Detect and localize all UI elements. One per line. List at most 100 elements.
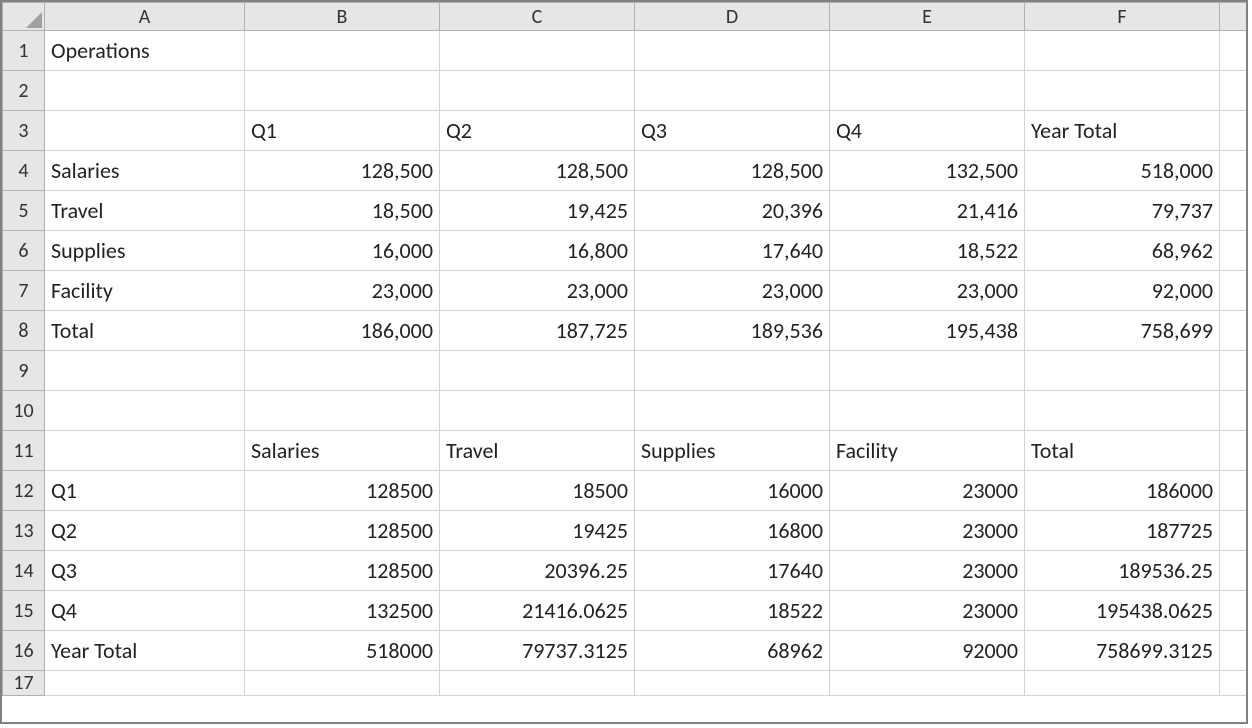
cell-C7[interactable]: 23,000 xyxy=(440,271,635,311)
cell-A12[interactable]: Q1 xyxy=(45,471,245,511)
cell-C4[interactable]: 128,500 xyxy=(440,151,635,191)
row-header-8[interactable]: 8 xyxy=(3,311,45,351)
row-header-16[interactable]: 16 xyxy=(3,631,45,671)
cell-C9[interactable] xyxy=(440,351,635,391)
cell-D15[interactable]: 18522 xyxy=(635,591,830,631)
cell-B7[interactable]: 23,000 xyxy=(245,271,440,311)
cell-F8[interactable]: 758,699 xyxy=(1025,311,1220,351)
column-header-B[interactable]: B xyxy=(245,3,440,31)
spreadsheet-grid[interactable]: ABCDEF 1Operations23Q1Q2Q3Q4Year Total4S… xyxy=(2,2,1248,696)
cell-C6[interactable]: 16,800 xyxy=(440,231,635,271)
cell-tail-4[interactable] xyxy=(1220,151,1249,191)
cell-E4[interactable]: 132,500 xyxy=(830,151,1025,191)
cell-D3[interactable]: Q3 xyxy=(635,111,830,151)
cell-E11[interactable]: Facility xyxy=(830,431,1025,471)
cell-D10[interactable] xyxy=(635,391,830,431)
cell-E2[interactable] xyxy=(830,71,1025,111)
cell-tail-8[interactable] xyxy=(1220,311,1249,351)
cell-F3[interactable]: Year Total xyxy=(1025,111,1220,151)
cell-A1[interactable]: Operations xyxy=(45,31,245,71)
column-header-E[interactable]: E xyxy=(830,3,1025,31)
cell-tail-12[interactable] xyxy=(1220,471,1249,511)
cell-tail-15[interactable] xyxy=(1220,591,1249,631)
cell-D12[interactable]: 16000 xyxy=(635,471,830,511)
cell-D2[interactable] xyxy=(635,71,830,111)
cell-C5[interactable]: 19,425 xyxy=(440,191,635,231)
cell-B12[interactable]: 128500 xyxy=(245,471,440,511)
row-header-6[interactable]: 6 xyxy=(3,231,45,271)
cell-D5[interactable]: 20,396 xyxy=(635,191,830,231)
cell-E12[interactable]: 23000 xyxy=(830,471,1025,511)
cell-B13[interactable]: 128500 xyxy=(245,511,440,551)
cell-B3[interactable]: Q1 xyxy=(245,111,440,151)
cell-A5[interactable]: Travel xyxy=(45,191,245,231)
cell-B8[interactable]: 186,000 xyxy=(245,311,440,351)
cell-E7[interactable]: 23,000 xyxy=(830,271,1025,311)
cell-E15[interactable]: 23000 xyxy=(830,591,1025,631)
cell-E13[interactable]: 23000 xyxy=(830,511,1025,551)
cell-B1[interactable] xyxy=(245,31,440,71)
cell-C16[interactable]: 79737.3125 xyxy=(440,631,635,671)
cell-tail-11[interactable] xyxy=(1220,431,1249,471)
cell-B17[interactable] xyxy=(245,671,440,696)
column-header-A[interactable]: A xyxy=(45,3,245,31)
cell-B2[interactable] xyxy=(245,71,440,111)
cell-D13[interactable]: 16800 xyxy=(635,511,830,551)
row-header-4[interactable]: 4 xyxy=(3,151,45,191)
cell-B15[interactable]: 132500 xyxy=(245,591,440,631)
cell-tail-7[interactable] xyxy=(1220,271,1249,311)
cell-A11[interactable] xyxy=(45,431,245,471)
cell-E6[interactable]: 18,522 xyxy=(830,231,1025,271)
cell-C17[interactable] xyxy=(440,671,635,696)
cell-tail-13[interactable] xyxy=(1220,511,1249,551)
cell-D4[interactable]: 128,500 xyxy=(635,151,830,191)
cell-B4[interactable]: 128,500 xyxy=(245,151,440,191)
cell-tail-1[interactable] xyxy=(1220,31,1249,71)
cell-C14[interactable]: 20396.25 xyxy=(440,551,635,591)
cell-E3[interactable]: Q4 xyxy=(830,111,1025,151)
cell-tail-17[interactable] xyxy=(1220,671,1249,696)
cell-D17[interactable] xyxy=(635,671,830,696)
row-header-2[interactable]: 2 xyxy=(3,71,45,111)
cell-A17[interactable] xyxy=(45,671,245,696)
cell-E9[interactable] xyxy=(830,351,1025,391)
cell-A4[interactable]: Salaries xyxy=(45,151,245,191)
cell-B14[interactable]: 128500 xyxy=(245,551,440,591)
cell-D8[interactable]: 189,536 xyxy=(635,311,830,351)
cell-tail-6[interactable] xyxy=(1220,231,1249,271)
cell-E1[interactable] xyxy=(830,31,1025,71)
cell-tail-9[interactable] xyxy=(1220,351,1249,391)
column-header-D[interactable]: D xyxy=(635,3,830,31)
row-header-17[interactable]: 17 xyxy=(3,671,45,696)
cell-C12[interactable]: 18500 xyxy=(440,471,635,511)
cell-B10[interactable] xyxy=(245,391,440,431)
column-header-F[interactable]: F xyxy=(1025,3,1220,31)
cell-A2[interactable] xyxy=(45,71,245,111)
cell-F4[interactable]: 518,000 xyxy=(1025,151,1220,191)
cell-A7[interactable]: Facility xyxy=(45,271,245,311)
cell-F7[interactable]: 92,000 xyxy=(1025,271,1220,311)
row-header-11[interactable]: 11 xyxy=(3,431,45,471)
cell-tail-16[interactable] xyxy=(1220,631,1249,671)
cell-B11[interactable]: Salaries xyxy=(245,431,440,471)
row-header-12[interactable]: 12 xyxy=(3,471,45,511)
cell-A15[interactable]: Q4 xyxy=(45,591,245,631)
cell-B6[interactable]: 16,000 xyxy=(245,231,440,271)
cell-C3[interactable]: Q2 xyxy=(440,111,635,151)
cell-F14[interactable]: 189536.25 xyxy=(1025,551,1220,591)
cell-F13[interactable]: 187725 xyxy=(1025,511,1220,551)
cell-D6[interactable]: 17,640 xyxy=(635,231,830,271)
cell-F10[interactable] xyxy=(1025,391,1220,431)
cell-D14[interactable]: 17640 xyxy=(635,551,830,591)
cell-D9[interactable] xyxy=(635,351,830,391)
cell-F2[interactable] xyxy=(1025,71,1220,111)
cell-C11[interactable]: Travel xyxy=(440,431,635,471)
cell-C2[interactable] xyxy=(440,71,635,111)
cell-F17[interactable] xyxy=(1025,671,1220,696)
cell-E16[interactable]: 92000 xyxy=(830,631,1025,671)
cell-F6[interactable]: 68,962 xyxy=(1025,231,1220,271)
row-header-5[interactable]: 5 xyxy=(3,191,45,231)
cell-C13[interactable]: 19425 xyxy=(440,511,635,551)
row-header-13[interactable]: 13 xyxy=(3,511,45,551)
cell-tail-14[interactable] xyxy=(1220,551,1249,591)
